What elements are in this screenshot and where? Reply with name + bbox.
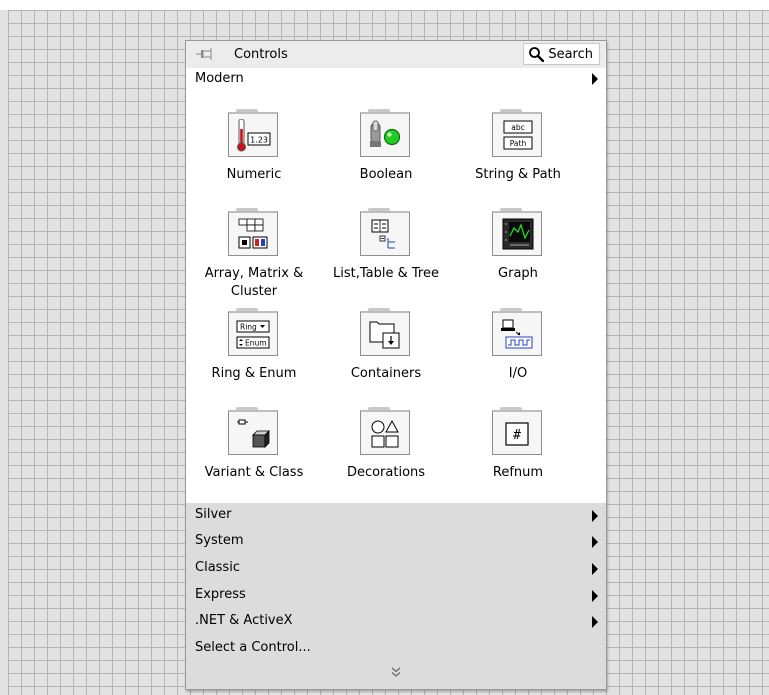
category-label: System [195,533,244,548]
ring-enum-icon: Ring Enum [228,308,280,358]
palette-item-label: Variant & Class [204,465,304,480]
path-icon-text: Path [510,139,527,148]
refnum-icon: # [492,407,544,457]
palette-item-numeric[interactable]: 1.23 Numeric [188,109,320,184]
palette-item-label: Containers [350,366,422,381]
submenu-arrow-icon [592,563,598,575]
search-label: Search [548,46,593,62]
palette-item-refnum[interactable]: # Refnum [452,407,584,482]
palette-item-label: Graph [498,266,538,281]
category-modern-label: Modern [195,71,244,86]
variant-class-icon [228,407,280,457]
palette-header: Controls Search [186,41,606,68]
palette-item-graph[interactable]: Graph [452,208,584,283]
decorations-icon [360,407,412,457]
palette-item-label: Decorations [346,465,426,480]
category-label: Select a Control... [195,640,311,655]
enum-icon-text: Enum [245,339,267,348]
string-path-icon: abc Path [492,109,544,159]
palette-item-array-matrix-cluster[interactable]: Array, Matrix & Cluster [188,208,320,301]
palette-item-string-path[interactable]: abc Path String & Path [452,109,584,184]
ring-icon-text: Ring [240,323,257,332]
top-white-band [0,0,769,10]
boolean-icon [360,109,412,159]
palette-item-label: Boolean [359,167,413,182]
category-list: Silver System Classic Express .NET & Act… [186,503,606,689]
numeric-icon: 1.23 [228,109,280,159]
palette-item-io[interactable]: I/O [452,308,584,383]
list-table-tree-icon [360,208,412,258]
modern-subpalette: 1.23 Numeric Boolean abc Path String & P… [186,90,606,503]
controls-palette[interactable]: Controls Search Modern 1.23 Numeric Bool… [185,40,607,690]
category-express[interactable]: Express [186,583,606,609]
select-a-control[interactable]: Select a Control... [186,636,606,662]
palette-item-label: Refnum [492,465,544,480]
category-classic[interactable]: Classic [186,556,606,582]
submenu-arrow-icon [592,510,598,522]
palette-item-containers[interactable]: Containers [320,308,452,383]
graph-icon [492,208,544,258]
array-matrix-cluster-icon [228,208,280,258]
search-icon [529,47,545,62]
category-modern[interactable]: Modern [186,68,606,90]
category-label: Silver [195,507,232,522]
palette-item-ring-enum[interactable]: Ring Enum Ring & Enum [188,308,320,383]
category-label: Classic [195,560,240,575]
numeric-icon-text: 1.23 [250,136,268,145]
palette-item-label: Array, Matrix & Cluster [204,266,304,299]
palette-item-label: List,Table & Tree [333,266,439,281]
category-label: .NET & ActiveX [195,613,293,628]
refnum-icon-text: # [513,428,521,443]
palette-item-decorations[interactable]: Decorations [320,407,452,482]
palette-item-boolean[interactable]: Boolean [320,109,452,184]
palette-item-label: String & Path [475,167,561,182]
palette-title: Controls [234,47,288,62]
category-silver[interactable]: Silver [186,503,606,529]
containers-icon [360,308,412,358]
io-icon [492,308,544,358]
pin-icon[interactable] [195,46,213,62]
palette-item-variant-class[interactable]: Variant & Class [188,407,320,482]
string-icon-text: abc [511,123,524,132]
palette-item-list-table-tree[interactable]: List,Table & Tree [320,208,452,283]
palette-item-label: I/O [508,366,528,381]
category-label: Express [195,587,246,602]
submenu-arrow-icon [592,536,598,548]
category-dotnet-activex[interactable]: .NET & ActiveX [186,609,606,635]
palette-item-label: Ring & Enum [211,366,297,381]
palette-item-label: Numeric [226,167,282,182]
submenu-arrow-icon [592,616,598,628]
submenu-arrow-icon [592,73,598,85]
submenu-arrow-icon [592,590,598,602]
search-button[interactable]: Search [523,43,600,65]
chevron-double-down-icon[interactable] [389,666,403,678]
category-system[interactable]: System [186,529,606,555]
